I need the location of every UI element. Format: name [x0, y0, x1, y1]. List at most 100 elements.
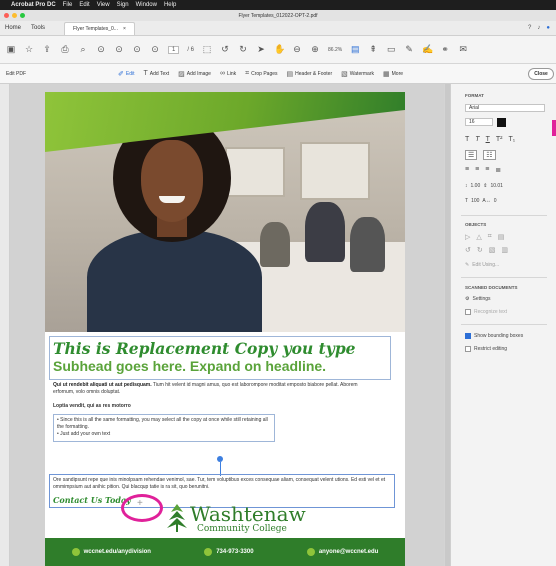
select-tool-icon[interactable]: ⬚ [202, 44, 212, 55]
bold-text-icon[interactable]: T [465, 136, 469, 143]
link-button[interactable]: ∞ Link [220, 70, 236, 77]
email-icon [306, 548, 315, 556]
scroll-up-icon[interactable]: ⊙ [96, 44, 106, 55]
sign-icon[interactable]: ✍ [422, 44, 433, 55]
recognize-text-checkbox[interactable] [465, 309, 471, 315]
upload-icon[interactable]: ⇪ [42, 44, 52, 55]
align-left-icon[interactable]: ≡ [465, 166, 469, 174]
flyer-headline[interactable]: This is Replacement Copy you type [53, 339, 356, 358]
tab-document[interactable]: Flyer Templates_0... × [64, 22, 135, 35]
comment-side-tab[interactable] [552, 120, 556, 136]
bulleted-list-icon[interactable]: ☰ [465, 150, 478, 160]
restrict-editing-row[interactable]: Restrict editing [465, 346, 507, 352]
recognize-text-row[interactable]: Recognize text [465, 309, 507, 315]
help-icon[interactable]: ? [528, 25, 531, 31]
close-edit-button[interactable]: Close [528, 68, 554, 80]
flyer-body-paragraph[interactable]: Qui ut rendebit aliquati ut aut pedisqua… [53, 382, 378, 396]
header-footer-button[interactable]: ▤ Header & Footer [287, 70, 333, 78]
link-icon[interactable]: ⚭ [440, 44, 450, 55]
restrict-editing-checkbox[interactable] [465, 346, 471, 352]
menu-sign[interactable]: Sign [117, 2, 129, 8]
account-avatar-icon[interactable]: ● [546, 25, 550, 31]
menu-edit[interactable]: Edit [79, 2, 89, 8]
rotate-ccw-icon[interactable]: ↺ [465, 246, 471, 254]
align-center-icon[interactable]: ≡ [475, 166, 479, 174]
rotate-cw-icon[interactable]: ↻ [477, 246, 483, 254]
scroll-down-icon[interactable]: ⊙ [114, 44, 124, 55]
hand-tool-icon[interactable]: ✋ [274, 44, 285, 55]
flyer-section-heading[interactable]: Loptia vendit, qui as res motorro [53, 403, 131, 409]
pdf-page[interactable]: This is Replacement Copy you type Subhea… [45, 92, 405, 566]
flyer-bullet-list[interactable]: Since this is all the same formatting, y… [57, 417, 272, 438]
horizontal-scale-value[interactable]: 100 [471, 198, 479, 204]
edit-button[interactable]: ✐ Edit [118, 70, 135, 78]
footer-email[interactable]: anyone@wccnet.edu [306, 548, 378, 556]
bookmark-star-icon[interactable]: ☆ [24, 44, 34, 55]
zoom-window-icon[interactable] [20, 13, 25, 18]
replace-image-icon[interactable]: ▧ [489, 246, 496, 254]
zoom-in-icon[interactable]: ⊕ [310, 44, 320, 55]
page-display-icon[interactable]: ▤ [350, 44, 360, 55]
hero-photo[interactable] [45, 92, 405, 332]
mail-icon[interactable]: ✉ [458, 44, 468, 55]
show-bounding-boxes-row[interactable]: Show bounding boxes [465, 333, 523, 339]
minimize-window-icon[interactable] [12, 13, 17, 18]
pointer-icon[interactable]: ➤ [256, 44, 266, 55]
contact-us-text[interactable]: Contact Us Today [53, 495, 131, 505]
flip-horizontal-icon[interactable]: △ [476, 233, 481, 241]
previous-page-icon[interactable]: ⊙ [132, 44, 142, 55]
subscript-icon[interactable]: T₁ [508, 136, 515, 143]
flyer-subhead[interactable]: Subhead goes here. Expand on headline. [53, 358, 326, 374]
add-text-button[interactable]: T Add Text [144, 70, 170, 77]
page-number-input[interactable]: 1 [168, 45, 180, 54]
rotate-right-icon[interactable]: ↻ [238, 44, 248, 55]
more-button[interactable]: ▦ More [383, 70, 403, 78]
left-nav-strip[interactable] [0, 84, 10, 566]
font-size-select[interactable]: 16 [465, 118, 493, 126]
zoom-select[interactable]: 86.2% [328, 47, 342, 53]
notification-bell-icon[interactable]: ♪ [537, 25, 540, 31]
next-page-icon[interactable]: ⊙ [150, 44, 160, 55]
rotate-left-icon[interactable]: ↺ [220, 44, 230, 55]
watermark-button[interactable]: ▧ Watermark [341, 70, 374, 78]
menu-window[interactable]: Window [136, 2, 157, 8]
flyer-closing-paragraph[interactable]: Ore sandipsunt repe que inis minolpsam r… [53, 477, 393, 491]
font-family-select[interactable]: Arial [465, 104, 545, 112]
tab-home[interactable]: Home [0, 25, 26, 35]
zoom-out-icon[interactable]: ⊖ [292, 44, 302, 55]
edit-using-row[interactable]: ✎ Edit Using... [465, 262, 499, 268]
underline-text-icon[interactable]: T [486, 136, 490, 143]
add-image-button[interactable]: ▨ Add Image [178, 70, 211, 78]
pen-icon[interactable]: ✎ [404, 44, 414, 55]
crop-image-icon[interactable]: ⌗ [488, 233, 492, 241]
print-icon[interactable]: ⎙ [60, 44, 70, 55]
numbered-list-icon[interactable]: ☷ [483, 150, 496, 160]
arrange-icon[interactable]: ▤ [498, 233, 505, 241]
menu-file[interactable]: File [63, 2, 73, 8]
menu-help[interactable]: Help [164, 2, 176, 8]
tools-marker-icon[interactable]: ⇞ [368, 44, 378, 55]
close-window-icon[interactable] [4, 13, 9, 18]
footer-phone[interactable]: 734-973-3300 [204, 548, 254, 556]
save-icon[interactable]: ▣ [6, 44, 16, 55]
paragraph-spacing-value[interactable]: 10.01 [490, 183, 503, 189]
tab-tools[interactable]: Tools [26, 25, 50, 35]
flip-vertical-icon[interactable]: ▷ [465, 233, 470, 241]
search-icon[interactable]: ⌕ [78, 44, 88, 55]
settings-row[interactable]: ⚙ Settings [465, 296, 491, 302]
crop-pages-button[interactable]: ⌗ Crop Pages [245, 70, 277, 78]
footer-web[interactable]: wccnet.edu/anydivision [71, 548, 151, 556]
comment-icon[interactable]: ▭ [386, 44, 396, 55]
justify-icon[interactable]: ≣ [495, 166, 501, 174]
font-color-swatch[interactable] [497, 118, 506, 127]
menu-view[interactable]: View [97, 2, 110, 8]
line-spacing-value[interactable]: 1.00 [471, 183, 481, 189]
align-right-icon[interactable]: ≡ [485, 166, 489, 174]
character-spacing-value[interactable]: 0 [494, 198, 497, 204]
align-objects-icon[interactable]: ▥ [501, 246, 508, 254]
menu-app-name[interactable]: Acrobat Pro DC [11, 2, 56, 8]
superscript-icon[interactable]: T² [496, 136, 503, 143]
italic-text-icon[interactable]: T [475, 136, 479, 143]
tab-close-icon[interactable]: × [123, 26, 126, 32]
show-bounding-boxes-checkbox[interactable] [465, 333, 471, 339]
